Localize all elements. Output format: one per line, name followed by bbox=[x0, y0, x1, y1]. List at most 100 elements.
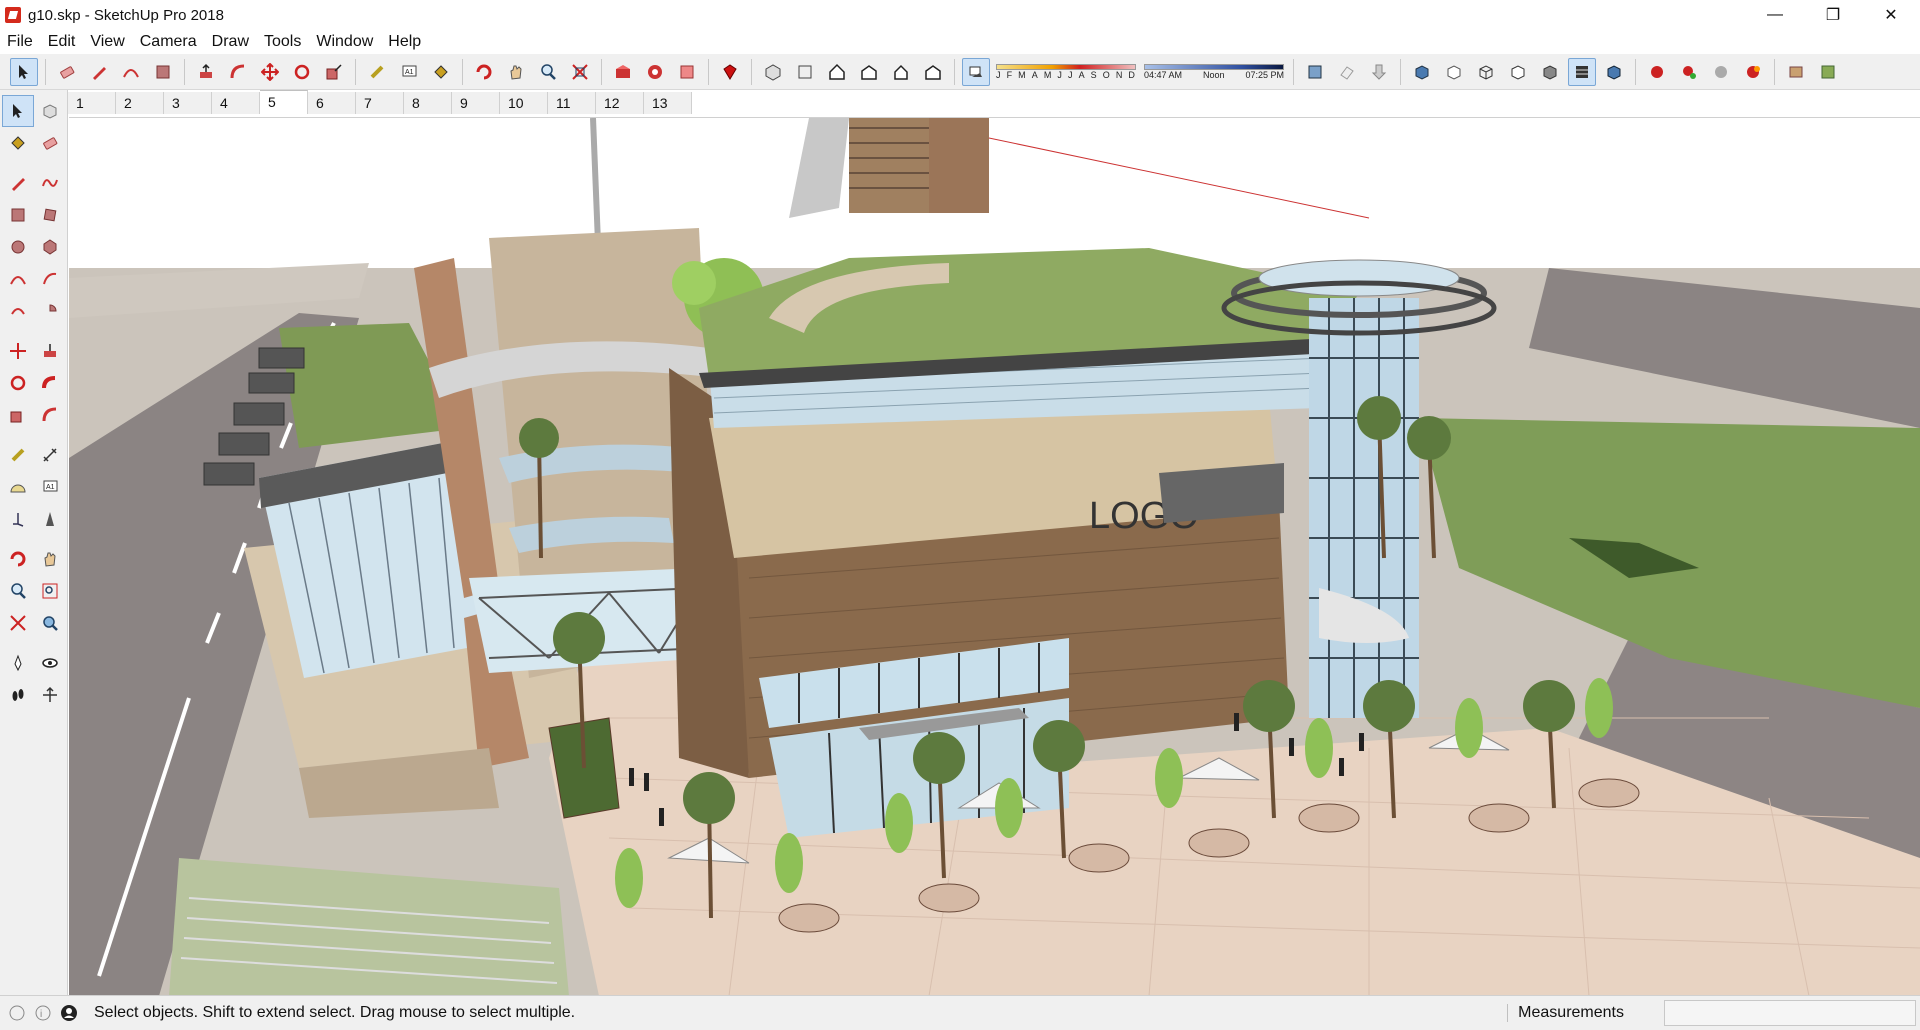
previous-view-tool[interactable] bbox=[34, 607, 66, 639]
axes-tool[interactable] bbox=[2, 503, 34, 535]
shaded-textures-button[interactable] bbox=[1568, 57, 1596, 86]
3d-text-tool[interactable] bbox=[34, 503, 66, 535]
wireframe-button[interactable] bbox=[1472, 58, 1500, 86]
tape-measure-tool[interactable] bbox=[2, 439, 34, 471]
scene-tab-3[interactable]: 3 bbox=[164, 92, 212, 114]
select-tool[interactable] bbox=[2, 95, 34, 127]
section-plane-tool[interactable] bbox=[34, 679, 66, 711]
offset-tool[interactable] bbox=[34, 399, 66, 431]
menu-camera[interactable]: Camera bbox=[133, 33, 205, 51]
shadow-time-slider[interactable]: 04:47 AM Noon 07:25 PM bbox=[1144, 56, 1284, 88]
push-pull-tool[interactable] bbox=[34, 335, 66, 367]
rotate-tool[interactable] bbox=[2, 367, 34, 399]
circle-tool[interactable] bbox=[2, 231, 34, 263]
paint-bucket-button[interactable] bbox=[427, 58, 455, 86]
extension-5-button[interactable] bbox=[1782, 58, 1810, 86]
menu-file[interactable]: File bbox=[0, 33, 41, 51]
protractor-tool[interactable] bbox=[2, 471, 34, 503]
share-model-button[interactable] bbox=[641, 58, 669, 86]
dimension-tool[interactable] bbox=[34, 439, 66, 471]
menu-help[interactable]: Help bbox=[381, 33, 429, 51]
scale-button[interactable] bbox=[320, 58, 348, 86]
menu-tools[interactable]: Tools bbox=[257, 33, 309, 51]
orbit-tool[interactable] bbox=[2, 543, 34, 575]
view-left-button[interactable] bbox=[919, 58, 947, 86]
freehand-tool[interactable] bbox=[34, 167, 66, 199]
polygon-tool[interactable] bbox=[34, 231, 66, 263]
three-point-arc-tool[interactable] bbox=[2, 295, 34, 327]
push-pull-button[interactable] bbox=[192, 58, 220, 86]
geolocation-icon[interactable] bbox=[8, 1004, 26, 1022]
rotated-rectangle-tool[interactable] bbox=[34, 199, 66, 231]
make-component-tool[interactable] bbox=[34, 95, 66, 127]
hidden-line-button[interactable] bbox=[1504, 58, 1532, 86]
arc-tool[interactable] bbox=[2, 263, 34, 295]
line-tool-button[interactable] bbox=[85, 58, 113, 86]
display-section-cuts-button[interactable] bbox=[1365, 58, 1393, 86]
pan-tool[interactable] bbox=[34, 543, 66, 575]
scene-tab-13[interactable]: 13 bbox=[644, 92, 692, 114]
eraser-tool-button[interactable] bbox=[53, 58, 81, 86]
close-button[interactable]: ✕ bbox=[1862, 0, 1920, 30]
credits-icon[interactable]: i bbox=[34, 1004, 52, 1022]
menu-edit[interactable]: Edit bbox=[41, 33, 84, 51]
view-iso-button[interactable] bbox=[759, 58, 787, 86]
scene-tab-5[interactable]: 5 bbox=[260, 90, 308, 114]
view-back-button[interactable] bbox=[887, 58, 915, 86]
shape-tool-button[interactable] bbox=[149, 58, 177, 86]
extension-warehouse-button[interactable] bbox=[716, 58, 744, 86]
extension-3-button[interactable] bbox=[1707, 58, 1735, 86]
warehouse-button[interactable] bbox=[609, 58, 637, 86]
monochrome-button[interactable] bbox=[1600, 58, 1628, 86]
user-account-icon[interactable] bbox=[60, 1004, 78, 1022]
minimize-button[interactable]: — bbox=[1746, 0, 1804, 30]
eraser-tool[interactable] bbox=[34, 127, 66, 159]
3d-viewport[interactable]: LOGO bbox=[69, 117, 1920, 995]
scene-tab-4[interactable]: 4 bbox=[212, 92, 260, 114]
two-point-arc-tool[interactable] bbox=[34, 263, 66, 295]
text-button[interactable]: A1 bbox=[395, 58, 423, 86]
rotate-button[interactable] bbox=[288, 58, 316, 86]
move-button[interactable] bbox=[256, 58, 284, 86]
walk-tool[interactable] bbox=[2, 679, 34, 711]
display-section-planes-button[interactable] bbox=[1333, 58, 1361, 86]
look-around-tool[interactable] bbox=[34, 647, 66, 679]
offset-button[interactable] bbox=[224, 58, 252, 86]
select-tool-button[interactable] bbox=[10, 57, 38, 86]
orbit-button[interactable] bbox=[470, 58, 498, 86]
share-component-button[interactable] bbox=[673, 58, 701, 86]
zoom-button[interactable] bbox=[534, 58, 562, 86]
paint-bucket-tool[interactable] bbox=[2, 127, 34, 159]
zoom-window-tool[interactable] bbox=[34, 575, 66, 607]
extension-6-button[interactable] bbox=[1814, 58, 1842, 86]
extension-4-button[interactable] bbox=[1739, 58, 1767, 86]
restore-button[interactable]: ❐ bbox=[1804, 0, 1862, 30]
menu-window[interactable]: Window bbox=[309, 33, 381, 51]
follow-me-tool[interactable] bbox=[34, 367, 66, 399]
shadow-date-slider[interactable]: J F M A M J J A S O N D bbox=[996, 56, 1136, 88]
scale-tool[interactable] bbox=[2, 399, 34, 431]
arc-tool-button[interactable] bbox=[117, 58, 145, 86]
zoom-extents-tool[interactable] bbox=[2, 607, 34, 639]
scene-tab-8[interactable]: 8 bbox=[404, 92, 452, 114]
view-top-button[interactable] bbox=[791, 58, 819, 86]
scene-tab-10[interactable]: 10 bbox=[500, 92, 548, 114]
zoom-tool[interactable] bbox=[2, 575, 34, 607]
shaded-button[interactable] bbox=[1536, 58, 1564, 86]
rectangle-tool[interactable] bbox=[2, 199, 34, 231]
position-camera-tool[interactable] bbox=[2, 647, 34, 679]
measurements-input[interactable] bbox=[1664, 1000, 1916, 1026]
extension-2-button[interactable] bbox=[1675, 58, 1703, 86]
menu-view[interactable]: View bbox=[83, 33, 132, 51]
xray-button[interactable] bbox=[1408, 58, 1436, 86]
scene-tab-2[interactable]: 2 bbox=[116, 92, 164, 114]
view-right-button[interactable] bbox=[855, 58, 883, 86]
scene-tab-1[interactable]: 1 bbox=[68, 92, 116, 114]
section-plane-button[interactable] bbox=[1301, 58, 1329, 86]
shadows-toggle-button[interactable] bbox=[962, 57, 990, 86]
tape-measure-button[interactable] bbox=[363, 58, 391, 86]
line-tool[interactable] bbox=[2, 167, 34, 199]
scene-tab-6[interactable]: 6 bbox=[308, 92, 356, 114]
text-tool[interactable]: A1 bbox=[34, 471, 66, 503]
back-edges-button[interactable] bbox=[1440, 58, 1468, 86]
